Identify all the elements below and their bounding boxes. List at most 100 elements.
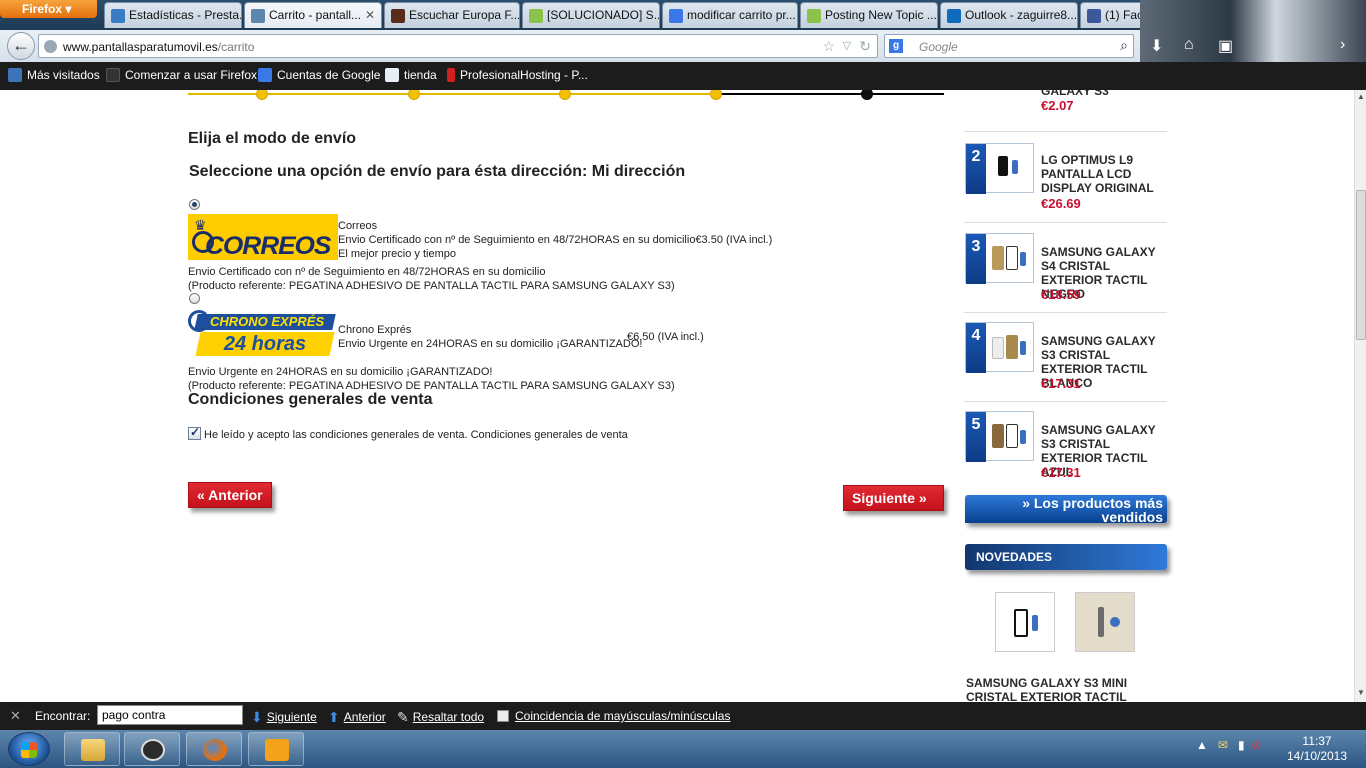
search-icon[interactable]: ⌕ (1120, 37, 1128, 54)
search-bar[interactable]: g Google ⌕ (884, 34, 1134, 58)
chrono-logo-band-top: CHRONO EXPRÉS (194, 314, 336, 330)
bestseller-item-3[interactable]: 3 SAMSUNG GALAXY S4 CRISTAL EXTERIOR TAC… (964, 233, 1167, 313)
find-next-button[interactable]: ⬇ Siguiente (251, 709, 317, 726)
glass-icon (992, 337, 1004, 359)
find-previous-button[interactable]: ⬆ Anterior (328, 709, 386, 726)
chrono-expres-logo: CHRONO EXPRÉS 24 horas (188, 310, 336, 360)
bookmark-label: tienda (404, 68, 437, 82)
outlook-icon (947, 9, 961, 23)
highlight-all-button[interactable]: ✎ Resaltar todo (397, 709, 484, 726)
tab-escuchar[interactable]: Escuchar Europa F... (384, 2, 520, 28)
chrono-logo-band-bottom: 24 horas (195, 332, 335, 356)
search-placeholder: Google (919, 40, 958, 54)
tab-label: modificar carrito pr... (687, 8, 796, 22)
bestsellers-button[interactable]: » Los productos más vendidos (965, 495, 1167, 524)
tab-outlook[interactable]: Outlook - zaguirre8... (940, 2, 1078, 28)
volume-muted-icon[interactable]: ⊘ (1251, 738, 1261, 752)
close-tab-icon[interactable]: ✕ (365, 8, 375, 22)
bestseller-thumbnail[interactable]: 2 (965, 143, 1034, 194)
start-button[interactable] (8, 732, 50, 766)
bestseller-thumbnail[interactable]: 3 (965, 233, 1034, 284)
reload-icon[interactable]: ↻ (859, 38, 871, 55)
bookmark-profesionalhosting[interactable]: ProfesionalHosting - P... (447, 68, 588, 82)
scroll-up-icon[interactable]: ▲ (1357, 92, 1365, 101)
windows-taskbar: ▲ ✉ ▮ ⊘ 11:37 14/10/2013 (0, 730, 1366, 768)
home-icon[interactable]: ⌂ (1184, 36, 1194, 54)
bestseller-price: €18.59 (1041, 287, 1081, 302)
tool-icon (1012, 160, 1018, 174)
scrollbar-thumb[interactable] (1356, 190, 1366, 340)
match-case-box[interactable] (497, 710, 509, 722)
taskbar-clock[interactable]: 11:37 14/10/2013 (1282, 734, 1352, 764)
bestseller-price: €2.07 (1041, 98, 1074, 113)
phone-glass-icon (1014, 609, 1028, 637)
bestseller-item-4[interactable]: 4 SAMSUNG GALAXY S3 CRISTAL EXTERIOR TAC… (964, 322, 1167, 402)
tab-label: [SOLUCIONADO] S... (547, 8, 660, 22)
forum-icon (529, 9, 543, 23)
bookmark-comenzar-firefox[interactable]: Comenzar a usar Firefox (106, 68, 257, 82)
tab-posting[interactable]: Posting New Topic ... (800, 2, 938, 28)
bestseller-name[interactable]: GALAXY S3 (1041, 90, 1171, 98)
bestseller-item-5[interactable]: 5 SAMSUNG GALAXY S3 CRISTAL EXTERIOR TAC… (964, 411, 1167, 491)
taskbar-explorer[interactable] (64, 732, 120, 766)
bestseller-thumbnail[interactable]: 5 (965, 411, 1034, 462)
novedades-thumbnail-1[interactable] (995, 592, 1055, 652)
next-step-button[interactable]: Siguiente » (843, 485, 944, 511)
bookmark-star-icon[interactable]: ☆ (822, 38, 835, 55)
close-find-bar-icon[interactable]: ✕ (10, 708, 21, 724)
bookmark-tienda[interactable]: tienda (385, 68, 437, 82)
carrier-product-ref-correos: (Producto referente: PEGATINA ADHESIVO D… (188, 280, 675, 292)
novedades-product-name[interactable]: SAMSUNG GALAXY S3 MINI CRISTAL EXTERIOR … (966, 676, 1166, 702)
download-icon[interactable]: ⬇ (1150, 36, 1163, 56)
bookmark-mas-visitados[interactable]: Más visitados (8, 68, 100, 82)
glass-icon (992, 424, 1004, 448)
novedades-thumbnail-2[interactable] (1075, 592, 1135, 652)
carrier-description-correos: Envio Certificado con nº de Seguimiento … (188, 266, 546, 278)
network-icon[interactable]: ▮ (1238, 738, 1245, 752)
url-bar[interactable]: www.pantallasparatumovil.es/carrito ☆ ▽ … (38, 34, 878, 58)
tab-estadisticas[interactable]: Estadísticas - Presta... (104, 2, 242, 28)
bestseller-price: €26.69 (1041, 196, 1081, 211)
bestseller-name[interactable]: LG OPTIMUS L9 PANTALLA LCD DISPLAY ORIGI… (1041, 153, 1171, 195)
previous-step-button[interactable]: « Anterior (188, 482, 272, 508)
terms-checkbox[interactable]: ✓ (188, 425, 201, 440)
tab-modificar-carrito[interactable]: modificar carrito pr... (662, 2, 798, 28)
bookmarks-menu-icon[interactable]: ▣ (1218, 36, 1233, 56)
bestseller-item-1[interactable]: GALAXY S3 €2.07 (964, 90, 1167, 132)
tab-carrito[interactable]: Carrito - pantall... ✕ (244, 2, 382, 28)
bookmark-icon (8, 68, 22, 82)
mail-icon[interactable]: ✉ (1218, 738, 1228, 752)
bookmark-cuentas-google[interactable]: Cuentas de Google (258, 68, 380, 82)
rank-badge: 5 (966, 412, 986, 462)
windows-logo-icon (21, 742, 37, 758)
glass-icon (1006, 424, 1018, 448)
taskbar-outlook[interactable] (248, 732, 304, 766)
match-case-checkbox[interactable]: Coincidencia de mayúsculas/minúsculas (497, 709, 730, 723)
carrier-radio-chrono[interactable] (189, 293, 200, 304)
bestseller-item-2[interactable]: 2 LG OPTIMUS L9 PANTALLA LCD DISPLAY ORI… (964, 143, 1167, 223)
system-tray: ▲ ✉ ▮ ⊘ (1196, 738, 1261, 752)
highlighter-icon: ✎ (397, 709, 409, 725)
taskbar-firefox[interactable] (186, 732, 242, 766)
correos-logo: ♛ CORREOS (188, 214, 338, 260)
scroll-right-icon[interactable]: › (1340, 36, 1345, 54)
terms-label[interactable]: He leído y acepto las condiciones genera… (204, 429, 628, 441)
progress-step-3 (559, 90, 571, 100)
rank-badge: 2 (966, 144, 986, 194)
clock-time: 11:37 (1302, 734, 1332, 748)
firefox-menu-button[interactable]: Firefox ▾ (0, 0, 97, 18)
carrier-radio-correos[interactable] (189, 199, 200, 210)
google-search-engine-icon[interactable]: g (889, 39, 903, 53)
bestseller-thumbnail[interactable]: 4 (965, 322, 1034, 373)
back-button[interactable]: ← (7, 32, 35, 60)
find-input[interactable] (97, 705, 243, 725)
show-hidden-icons-icon[interactable]: ▲ (1196, 738, 1208, 752)
taskbar-hp[interactable] (124, 732, 180, 766)
vertical-scrollbar[interactable]: ▲ ▼ (1354, 90, 1366, 702)
tab-solucionado[interactable]: [SOLUCIONADO] S... (522, 2, 660, 28)
url-history-dropdown-icon[interactable]: ▽ (843, 39, 851, 52)
scroll-down-icon[interactable]: ▼ (1357, 688, 1365, 697)
hp-icon (141, 739, 165, 761)
bestseller-price: €17.31 (1041, 465, 1081, 480)
prestashop-icon (111, 9, 125, 23)
